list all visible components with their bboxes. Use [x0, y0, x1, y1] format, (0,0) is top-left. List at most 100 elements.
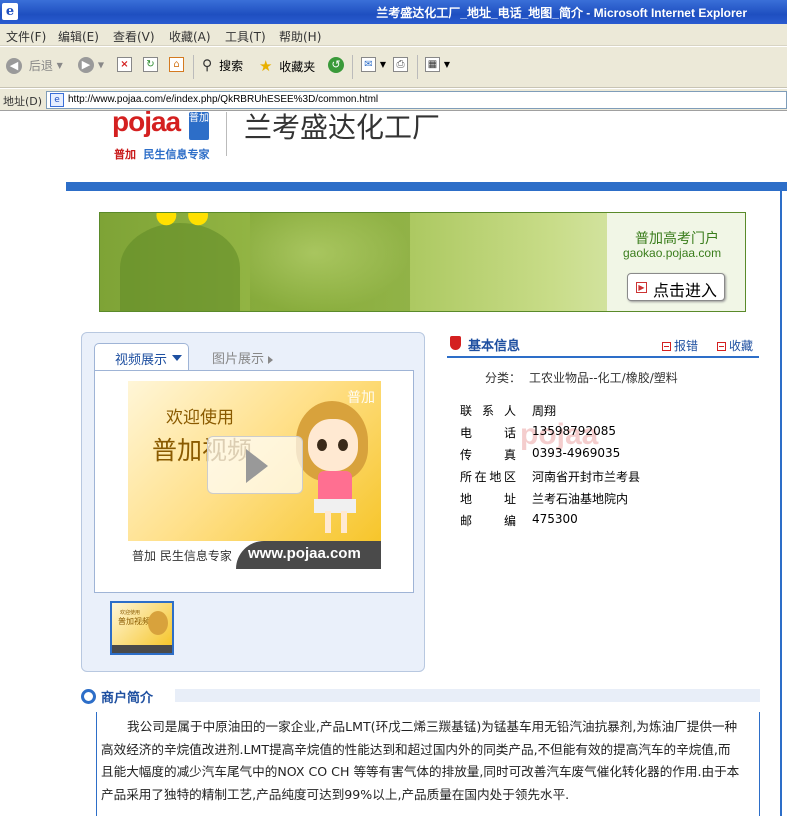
tab-photo[interactable]: 图片展示	[212, 348, 274, 367]
report-label: 报错	[674, 339, 699, 353]
address-url[interactable]: http://www.pojaa.com/e/index.php/QkRBRUh…	[68, 94, 378, 105]
info-key: 联系人	[460, 404, 516, 418]
back-dropdown-icon: ▼	[56, 61, 63, 70]
mascot-skirt	[314, 499, 356, 513]
back-button[interactable]: ◀ 后退 ▼	[6, 57, 63, 77]
favorites-button[interactable]: ★ 收藏夹	[259, 57, 315, 77]
thumbnail-mascot	[148, 611, 168, 635]
menu-favorites[interactable]: 收藏(A)	[169, 28, 211, 45]
window-title-bar: e 兰考盛达化工厂_地址_电话_地图_简介 - Microsoft Intern…	[0, 0, 787, 24]
mail-button[interactable]: ✉ ▼	[361, 57, 386, 77]
basic-info-title: 基本信息	[468, 339, 521, 354]
banner-url: gaokao.pojaa.com	[623, 246, 722, 260]
tab-photo-label: 图片展示	[212, 352, 265, 367]
info-key: 电话	[460, 426, 516, 440]
mascot-face	[308, 419, 358, 471]
star-icon: ★	[259, 57, 273, 75]
window-title: 兰考盛达化工厂_地址_电话_地图_简介 - Microsoft Internet…	[376, 6, 747, 20]
media-panel: 视频展示 图片展示 欢迎使用 普加视频 普加 普加 民生信息专家 www.poj…	[81, 332, 425, 672]
menu-tools[interactable]: 工具(T)	[225, 28, 266, 45]
tab-video[interactable]: 视频展示	[94, 343, 189, 371]
toolbar-separator	[352, 55, 353, 79]
banner-panel: 普加高考门户 gaokao.pojaa.com ▶ 点击进入	[607, 213, 745, 311]
page-icon: e	[50, 93, 64, 107]
merchant-intro-text: 我公司是属于中原油田的一家企业,产品LMT(环戊二烯三羰基锰)为锰基车用无铅汽油…	[101, 719, 740, 802]
search-button[interactable]: ⚲ 搜索	[202, 57, 243, 77]
basic-info-header: 基本信息 报错 收藏	[447, 334, 759, 358]
logo-tagline: 普加 民生信息专家	[114, 146, 210, 162]
mascot-eye	[317, 439, 327, 451]
bookmark-icon	[450, 336, 461, 350]
menu-file[interactable]: 文件(F)	[6, 28, 46, 45]
favorites-label: 收藏夹	[279, 59, 316, 74]
category-value: 工农业物品--化工/橡胶/塑料	[529, 371, 678, 385]
video-footer-tag: 普加 民生信息专家	[132, 549, 232, 563]
logo-badge: 普加	[189, 112, 209, 140]
stop-icon: ×	[117, 57, 132, 72]
menu-help[interactable]: 帮助(H)	[279, 28, 321, 45]
site-logo[interactable]: pojaa 普加 普加 民生信息专家	[112, 106, 222, 164]
info-value: 河南省开封市兰考县	[532, 470, 641, 484]
menu-view[interactable]: 查看(V)	[113, 28, 155, 45]
gaokao-banner[interactable]: ● ● 普加高考门户 gaokao.pojaa.com ▶ 点击进入	[99, 212, 746, 312]
info-key: 所在地区	[460, 470, 516, 484]
chevron-right-icon	[268, 355, 274, 364]
toolbar-separator	[193, 55, 194, 79]
favorite-link[interactable]: 收藏	[717, 337, 753, 354]
forward-arrow-icon: ▶	[78, 57, 94, 73]
video-player[interactable]: 欢迎使用 普加视频 普加 普加 民生信息专家 www.pojaa.com	[128, 381, 381, 569]
enter-button-label: 点击进入	[653, 281, 718, 300]
forward-button[interactable]: ▶ ▼	[78, 57, 104, 77]
refresh-button[interactable]: ↻	[143, 57, 158, 77]
ie-icon: e	[2, 3, 18, 20]
video-corner-mark: 普加	[347, 390, 375, 406]
video-footer-site: www.pojaa.com	[248, 545, 361, 562]
banner-photo	[120, 223, 240, 311]
content-right-border	[780, 191, 782, 816]
section-title-bar	[175, 689, 760, 702]
mail-icon: ✉	[361, 57, 376, 72]
thumbnail-title: 普加视频	[118, 617, 150, 626]
tagline-slogan: 民生信息专家	[143, 148, 210, 161]
arrow-right-icon: ▶	[636, 282, 647, 293]
category: 分类： 工农业物品--化工/橡胶/塑料	[485, 369, 678, 386]
history-icon: ↺	[328, 57, 344, 73]
history-button[interactable]: ↺	[328, 57, 344, 77]
banner-photo	[250, 213, 410, 311]
play-icon	[246, 449, 268, 483]
favorite-label: 收藏	[729, 339, 754, 353]
home-button[interactable]: ⌂	[169, 57, 184, 77]
search-label: 搜索	[219, 59, 244, 73]
report-error-link[interactable]: 报错	[662, 337, 698, 354]
mascot-eye	[338, 439, 348, 451]
back-arrow-icon: ◀	[6, 57, 22, 74]
merchant-intro-title: 商户简介	[101, 691, 154, 706]
banner-title: 普加高考门户	[635, 231, 719, 247]
info-value: 13598792085	[532, 424, 616, 438]
refresh-icon: ↻	[143, 57, 158, 72]
video-welcome-text: 欢迎使用	[166, 408, 234, 428]
thumbnail-text: 欢迎使用	[120, 610, 141, 616]
edit-icon: ▦	[425, 57, 440, 72]
edit-dropdown-icon: ▼	[443, 60, 450, 69]
video-frame: 欢迎使用 普加视频 普加 普加 民生信息专家 www.pojaa.com	[94, 370, 414, 593]
print-button[interactable]: ⎙	[393, 57, 408, 77]
play-button[interactable]	[207, 436, 303, 494]
info-key: 地址	[460, 492, 516, 506]
info-value: 兰考石油基地院内	[532, 492, 629, 506]
video-thumbnail[interactable]: 欢迎使用 普加视频	[110, 601, 174, 655]
mascot-leg	[341, 511, 347, 533]
banner-decoration: ● ●	[155, 212, 210, 229]
stop-button[interactable]: ×	[117, 57, 132, 77]
back-label: 后退	[28, 59, 53, 73]
print-icon: ⎙	[393, 57, 408, 72]
enter-button[interactable]: ▶ 点击进入	[627, 273, 725, 301]
thumbnail-footer	[112, 645, 172, 653]
toolbar-separator	[417, 55, 418, 79]
address-label: 地址(D)	[3, 95, 43, 108]
menu-edit[interactable]: 编辑(E)	[58, 28, 99, 45]
info-key: 传真	[460, 448, 516, 462]
header-divider	[226, 112, 227, 156]
edit-button[interactable]: ▦ ▼	[425, 57, 450, 77]
tagline-brand: 普加	[114, 148, 136, 161]
